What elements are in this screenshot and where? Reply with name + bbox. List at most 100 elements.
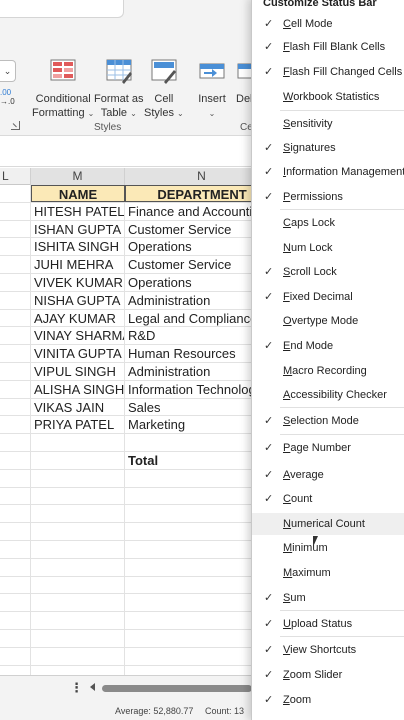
menu-item-count[interactable]: ✓ Count xyxy=(252,488,404,510)
menu-item-end-mode[interactable]: ✓ End Mode xyxy=(252,335,404,357)
column-header-m[interactable]: M xyxy=(31,168,125,185)
cell[interactable] xyxy=(0,541,31,558)
menu-item-page-number[interactable]: ✓ Page Number xyxy=(252,437,404,459)
cell[interactable] xyxy=(0,505,31,523)
cell[interactable] xyxy=(0,274,31,291)
name-cell[interactable]: JUHI MEHRA xyxy=(31,256,125,273)
menu-item-accessibility-checker[interactable]: Accessibility Checker xyxy=(252,384,404,406)
cell[interactable] xyxy=(0,309,31,327)
menu-item-fixed-decimal[interactable]: ✓ Fixed Decimal xyxy=(252,286,404,308)
cell[interactable] xyxy=(0,380,31,398)
cell[interactable] xyxy=(0,665,31,675)
menu-item-sensitivity[interactable]: Sensitivity xyxy=(252,113,404,135)
menu-item-numerical-count[interactable]: Numerical Count xyxy=(252,513,404,535)
menu-item-num-lock[interactable]: Num Lock xyxy=(252,237,404,259)
name-cell[interactable]: NISHA GUPTA xyxy=(31,291,125,309)
name-cell[interactable]: ALISHA SINGH xyxy=(31,380,125,398)
cell[interactable] xyxy=(0,434,31,451)
cell[interactable] xyxy=(0,327,31,345)
menu-item-view-shortcuts[interactable]: ✓ View Shortcuts xyxy=(252,639,404,661)
cell[interactable] xyxy=(31,594,125,612)
cell[interactable] xyxy=(31,505,125,523)
cell[interactable] xyxy=(0,647,31,665)
insert-cells-button[interactable]: Insert ⌄ xyxy=(198,58,226,121)
number-format-dropdown[interactable]: ⌄ xyxy=(0,60,16,82)
cell[interactable] xyxy=(0,487,31,505)
menu-item-maximum[interactable]: Maximum xyxy=(252,562,404,584)
name-cell[interactable]: VIKAS JAIN xyxy=(31,398,125,416)
check-icon: ✓ xyxy=(264,291,274,303)
menu-item-label: End Mode xyxy=(283,340,334,352)
cell[interactable] xyxy=(31,612,125,629)
cell[interactable] xyxy=(0,558,31,576)
menu-item-flash-fill-changed-cells[interactable]: ✓ Flash Fill Changed Cells xyxy=(252,61,404,83)
menu-item-caps-lock[interactable]: Caps Lock xyxy=(252,212,404,234)
cell[interactable] xyxy=(0,291,31,309)
cell[interactable] xyxy=(0,238,31,256)
name-cell[interactable]: VIVEK KUMAR xyxy=(31,274,125,291)
name-cell[interactable]: ISHITA SINGH xyxy=(31,238,125,256)
cell[interactable] xyxy=(0,363,31,380)
name-cell[interactable]: VIPUL SINGH xyxy=(31,363,125,380)
menu-item-scroll-lock[interactable]: ✓ Scroll Lock xyxy=(252,261,404,283)
conditional-formatting-button[interactable]: Conditional Formatting ⌄ xyxy=(32,58,94,121)
name-cell[interactable]: PRIYA PATEL xyxy=(31,416,125,434)
menu-item-zoom-slider[interactable]: ✓ Zoom Slider xyxy=(252,664,404,686)
column-header-l[interactable]: L xyxy=(0,168,31,185)
menu-item-permissions[interactable]: ✓ Permissions xyxy=(252,186,404,208)
cell[interactable] xyxy=(0,202,31,220)
search-box[interactable] xyxy=(0,0,124,18)
cell[interactable] xyxy=(31,541,125,558)
delete-cells-button[interactable]: Del xyxy=(236,58,252,106)
cell[interactable] xyxy=(0,469,31,487)
cell[interactable] xyxy=(0,185,31,202)
menu-item-macro-recording[interactable]: Macro Recording xyxy=(252,360,404,382)
cell[interactable] xyxy=(0,452,31,469)
cell[interactable] xyxy=(31,452,125,469)
menu-item-flash-fill-blank-cells[interactable]: ✓ Flash Fill Blank Cells xyxy=(252,36,404,58)
cell[interactable] xyxy=(0,630,31,647)
cell[interactable] xyxy=(31,434,125,451)
menu-item-minimum[interactable]: Minimum xyxy=(252,537,404,559)
menu-item-overtype-mode[interactable]: Overtype Mode xyxy=(252,310,404,332)
dialog-launcher-icon[interactable] xyxy=(11,121,20,130)
cell-styles-button[interactable]: Cell Styles ⌄ xyxy=(144,58,184,121)
cell[interactable] xyxy=(0,220,31,238)
menu-item-signatures[interactable]: ✓ Signatures xyxy=(252,137,404,159)
cell[interactable] xyxy=(0,398,31,416)
menu-item-information-management-policy[interactable]: ✓ Information Management Policy xyxy=(252,161,404,183)
menu-item-average[interactable]: ✓ Average xyxy=(252,464,404,486)
name-cell[interactable]: VINITA GUPTA xyxy=(31,345,125,362)
cell[interactable] xyxy=(0,256,31,273)
menu-item-selection-mode[interactable]: ✓ Selection Mode xyxy=(252,410,404,432)
cell[interactable] xyxy=(0,416,31,434)
cell[interactable] xyxy=(31,558,125,576)
cell[interactable] xyxy=(0,523,31,540)
name-cell[interactable]: ISHAN GUPTA xyxy=(31,220,125,238)
cell[interactable] xyxy=(31,630,125,647)
more-options-icon[interactable]: ⋮ xyxy=(70,680,83,696)
name-cell[interactable]: VINAY SHARMA xyxy=(31,327,125,345)
cell[interactable] xyxy=(0,576,31,594)
scroll-left-icon[interactable] xyxy=(90,683,95,691)
horizontal-scroll-thumb[interactable] xyxy=(102,685,252,692)
format-as-table-button[interactable]: Format as Table ⌄ xyxy=(94,58,144,121)
menu-item-upload-status[interactable]: ✓ Upload Status xyxy=(252,613,404,635)
cell[interactable] xyxy=(31,665,125,675)
menu-item-zoom[interactable]: ✓ Zoom xyxy=(252,689,404,711)
cell[interactable] xyxy=(31,576,125,594)
menu-item-workbook-statistics[interactable]: Workbook Statistics xyxy=(252,86,404,108)
cell[interactable] xyxy=(31,523,125,540)
menu-item-cell-mode[interactable]: ✓ Cell Mode xyxy=(252,13,404,35)
cell[interactable] xyxy=(31,487,125,505)
cell[interactable] xyxy=(0,612,31,629)
name-cell[interactable]: HITESH PATEL xyxy=(31,202,125,220)
menu-item-sum[interactable]: ✓ Sum xyxy=(252,587,404,609)
header-cell-name[interactable]: NAME xyxy=(31,185,125,202)
cell[interactable] xyxy=(0,594,31,612)
name-cell[interactable]: AJAY KUMAR xyxy=(31,309,125,327)
cell[interactable] xyxy=(0,345,31,362)
cell[interactable] xyxy=(31,469,125,487)
decrease-decimal-button[interactable]: .00 →.0 xyxy=(0,88,15,106)
cell[interactable] xyxy=(31,647,125,665)
